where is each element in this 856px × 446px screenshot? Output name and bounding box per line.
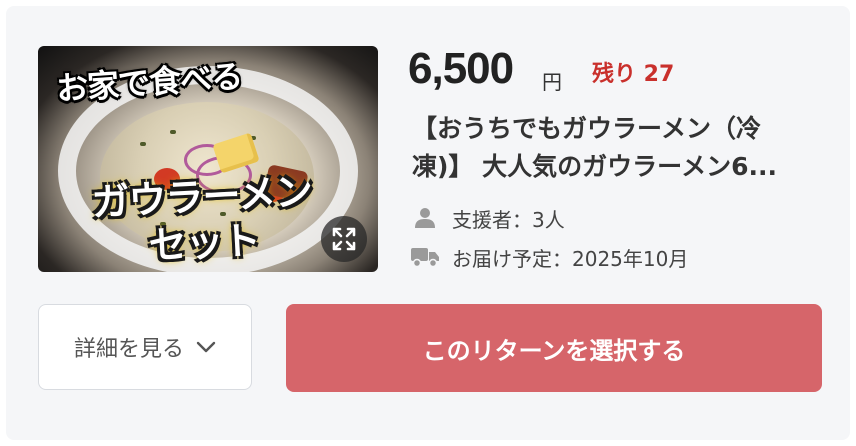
reward-title: 【おうちでもガウラーメン（冷凍)】 大人気のガウラーメン6... bbox=[412, 114, 778, 181]
herb-garnish bbox=[140, 142, 146, 146]
currency-label: 円 bbox=[542, 70, 562, 94]
delivery-row: お届け予定：2025年10月 bbox=[410, 243, 688, 271]
select-reward-label: このリターンを選択する bbox=[422, 336, 686, 365]
select-reward-button[interactable]: このリターンを選択する bbox=[286, 304, 822, 392]
expand-image-button[interactable] bbox=[321, 216, 367, 262]
delivery-text: お届け予定：2025年10月 bbox=[452, 246, 689, 271]
price-value: 6,500 bbox=[408, 44, 514, 93]
view-details-button[interactable]: 詳細を見る bbox=[38, 304, 252, 390]
supporters-text: 支援者：3人 bbox=[452, 207, 565, 232]
herb-garnish bbox=[170, 130, 176, 134]
reward-image[interactable]: お家で食べる ガウラーメン セット bbox=[38, 46, 378, 272]
person-icon bbox=[410, 206, 440, 230]
chevron-down-icon bbox=[196, 341, 216, 353]
expand-icon bbox=[332, 227, 356, 251]
remaining-count: 残り 27 bbox=[592, 62, 675, 87]
supporters-row: 支援者：3人 bbox=[410, 204, 565, 232]
view-details-label: 詳細を見る bbox=[73, 337, 184, 362]
image-overlay-text-main: ガウラーメン セット bbox=[38, 165, 370, 272]
truck-icon bbox=[410, 245, 440, 269]
